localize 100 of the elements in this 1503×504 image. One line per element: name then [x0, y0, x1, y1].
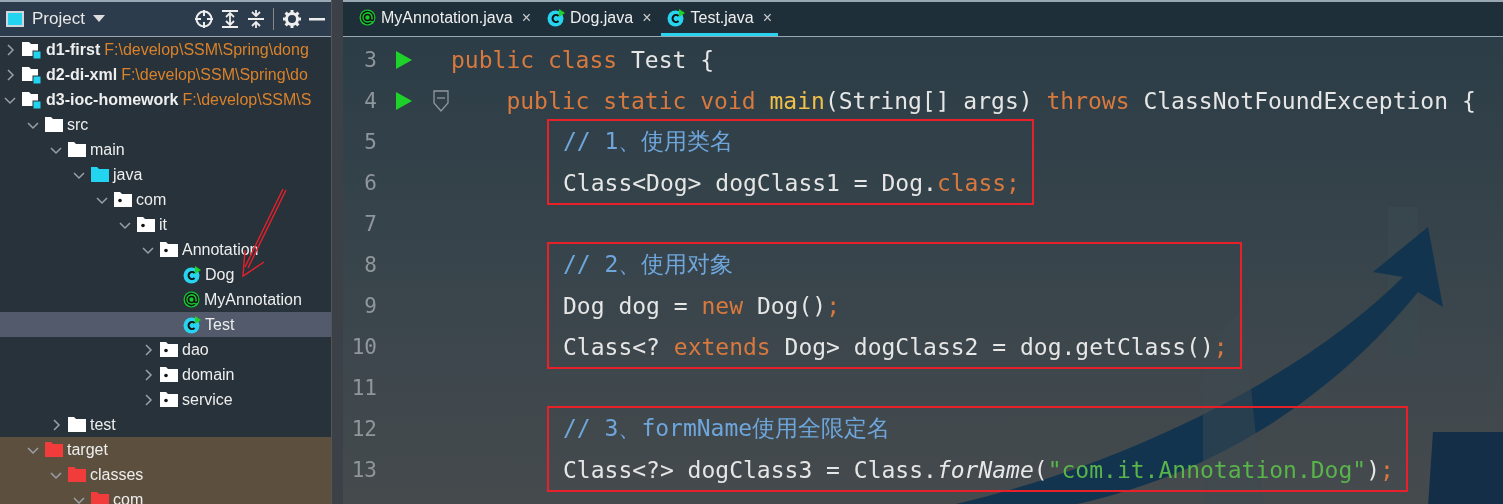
crosshair-icon[interactable]	[195, 10, 213, 28]
line-number: 5	[363, 129, 377, 154]
window-icon	[6, 11, 24, 27]
item-label: it	[159, 215, 167, 234]
collapse-all-icon[interactable]	[247, 10, 265, 28]
item-label: Dog	[205, 265, 235, 284]
module-path: F:\develop\SSM\Spring\do	[121, 65, 308, 84]
line-number: 3	[363, 47, 377, 72]
tree-item[interactable]: d2-di-xml F:\develop\SSM\Spring\do	[0, 62, 331, 87]
chevron-right-icon[interactable]	[142, 368, 154, 381]
tree-item[interactable]: test	[0, 412, 331, 437]
chevron-right-icon[interactable]	[4, 43, 16, 56]
tree-item[interactable]: Test	[0, 312, 331, 337]
code-line: public static void main(String[] args) throws ClassNotFoundException {	[505, 87, 1476, 114]
item-label: d1-first	[46, 40, 101, 59]
folder-icon	[68, 417, 86, 432]
run-icon[interactable]	[396, 50, 412, 69]
class-icon	[547, 8, 565, 27]
package-icon	[160, 342, 178, 357]
item-label: java	[113, 165, 143, 184]
folder-icon	[45, 117, 63, 132]
module-icon	[22, 40, 42, 59]
folder-icon	[45, 442, 63, 457]
item-label: com	[136, 190, 167, 209]
package-icon	[114, 192, 132, 207]
line-number: 9	[363, 293, 377, 318]
module-path: F:\develop\SSM\Spring\dong	[104, 40, 309, 59]
folder-icon	[91, 167, 109, 182]
tree-item[interactable]: java	[0, 162, 331, 187]
module-icon	[22, 90, 42, 109]
scrollbar[interactable]	[331, 0, 343, 504]
settings-icon[interactable]	[283, 10, 301, 28]
folder-icon	[68, 467, 86, 482]
item-label: domain	[182, 365, 235, 384]
editor-tab[interactable]: MyAnnotation.java ×	[353, 2, 537, 36]
line-number: 6	[363, 170, 377, 195]
minimize-icon[interactable]	[309, 17, 325, 21]
tree-item[interactable]: classes	[0, 462, 331, 487]
package-icon	[160, 367, 178, 382]
fold-icon[interactable]	[433, 89, 449, 112]
line-number: 7	[363, 211, 377, 236]
run-icon[interactable]	[396, 91, 412, 110]
toolbar-divider	[273, 8, 275, 30]
module-path: F:\develop\SSM\S	[182, 90, 312, 109]
line-number: 11	[350, 375, 377, 400]
tree-item[interactable]: d1-first F:\develop\SSM\Spring\dong	[0, 37, 331, 62]
code-line: // 3、formName使用全限定名	[563, 414, 891, 443]
item-label: service	[182, 390, 233, 409]
tree-item[interactable]: target	[0, 437, 331, 462]
package-icon	[160, 392, 178, 407]
panel-title[interactable]: Project	[32, 9, 85, 29]
code-line: Dog dog = new Dog();	[563, 292, 840, 319]
class-icon	[667, 8, 686, 27]
item-label: src	[67, 115, 89, 134]
folder-icon	[91, 492, 109, 504]
expand-all-icon[interactable]	[221, 10, 239, 28]
close-icon[interactable]: ×	[762, 8, 772, 27]
package-icon	[137, 217, 155, 232]
item-label: Test	[205, 315, 235, 334]
tree-item[interactable]: dao	[0, 337, 331, 362]
annotation-icon	[183, 291, 200, 308]
class-icon	[183, 315, 201, 334]
tree-item[interactable]: domain	[0, 362, 331, 387]
tree-item[interactable]: main	[0, 137, 331, 162]
chevron-right-icon[interactable]	[50, 418, 62, 431]
dropdown-caret-icon[interactable]	[92, 15, 105, 23]
tree-item[interactable]: src	[0, 112, 331, 137]
code-line: Class<Dog> dogClass1 = Dog.class;	[563, 169, 1020, 196]
line-number: 8	[363, 252, 377, 277]
line-number: 13	[350, 457, 377, 482]
module-icon	[22, 65, 42, 84]
tree-item[interactable]: com	[0, 187, 331, 212]
line-number: 12	[350, 416, 377, 441]
chevron-right-icon[interactable]	[4, 68, 16, 81]
item-label: d3-ioc-homework	[46, 90, 179, 109]
tree-item[interactable]: d3-ioc-homework F:\develop\SSM\S	[0, 87, 331, 112]
code-line: // 1、使用类名	[563, 127, 734, 156]
code-line: Class<?> dogClass3 = Class.forName("com.it.Annotation.Dog");	[563, 456, 1394, 483]
folder-icon	[68, 142, 86, 157]
tree-item[interactable]: service	[0, 387, 331, 412]
close-icon[interactable]: ×	[642, 8, 652, 27]
tree-item[interactable]: it	[0, 212, 331, 237]
chevron-right-icon[interactable]	[142, 393, 154, 406]
tree-item[interactable]: Dog	[0, 262, 331, 287]
item-label: test	[90, 415, 116, 434]
code-line: // 2、使用对象	[563, 250, 734, 279]
tree-item[interactable]: MyAnnotation	[0, 287, 331, 312]
item-label: com	[113, 490, 144, 504]
editor-tab[interactable]: Dog.java ×	[541, 2, 658, 36]
item-label: target	[67, 440, 108, 459]
annotation-icon	[359, 9, 376, 26]
chevron-right-icon[interactable]	[142, 343, 154, 356]
item-label: MyAnnotation	[204, 290, 302, 309]
tree-item[interactable]: com	[0, 487, 331, 504]
code-line: public class Test {	[451, 46, 715, 73]
class-icon	[183, 265, 201, 284]
code-line: Class<? extends Dog> dogClass2 = dog.getClass();	[563, 333, 1228, 360]
package-icon	[160, 242, 178, 257]
item-label: dao	[182, 340, 209, 359]
close-icon[interactable]: ×	[521, 8, 531, 27]
